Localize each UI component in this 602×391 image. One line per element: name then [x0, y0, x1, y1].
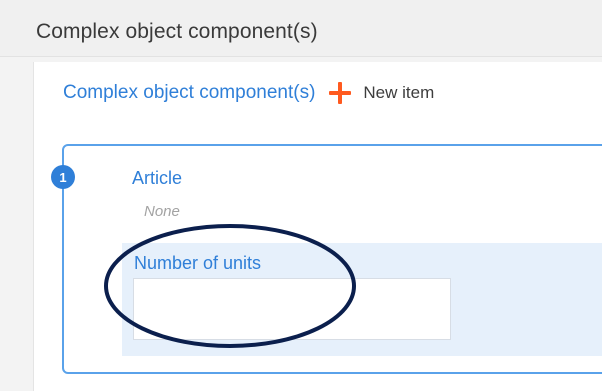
section-header: Complex object component(s) [0, 0, 602, 57]
item-number-badge: 1 [51, 165, 75, 189]
article-value: None [144, 203, 180, 220]
new-item-label: New item [363, 83, 435, 102]
plus-icon [329, 82, 352, 104]
units-input[interactable] [133, 278, 451, 340]
article-label: Article [132, 168, 183, 188]
form-page: Complex object component(s) Complex obje… [0, 0, 602, 391]
list-header: Complex object component(s) New item [63, 78, 434, 108]
new-item-button[interactable]: New item [329, 82, 434, 104]
section-title: Complex object component(s) [36, 20, 318, 43]
units-label: Number of units [134, 253, 262, 273]
list-title: Complex object component(s) [63, 82, 316, 103]
